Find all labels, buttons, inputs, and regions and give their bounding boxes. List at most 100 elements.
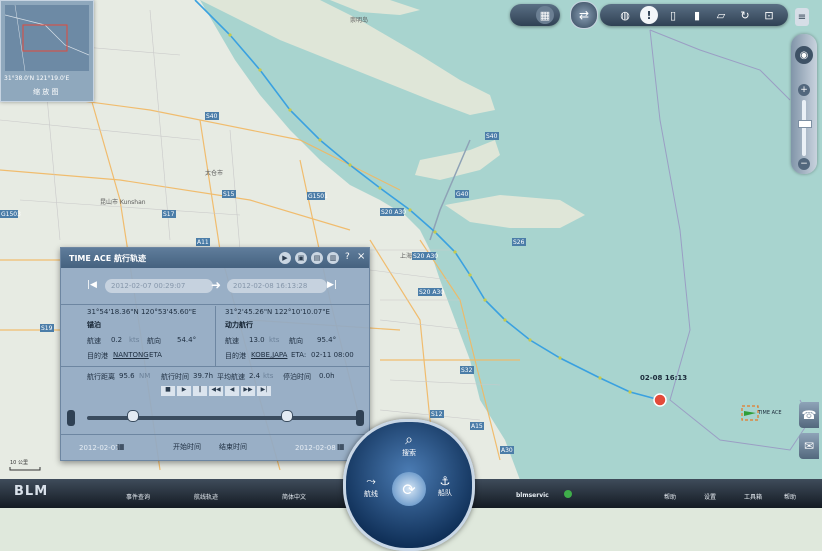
fleet-hub-button[interactable]: ⚓ 船队 (428, 474, 462, 504)
svg-text:S20 A30: S20 A30 (381, 209, 406, 216)
map-layer-icon[interactable]: ▦ (536, 6, 554, 24)
avg-label: 平均航速 (217, 373, 245, 381)
route-time-label: 02-08 16:13 (640, 374, 687, 382)
bottom-route-track[interactable]: 航线轨迹 (194, 492, 218, 501)
svg-text:崇明岛: 崇明岛 (350, 16, 368, 24)
ruler-icon[interactable]: ▮ (688, 6, 706, 24)
svg-text:G1501: G1501 (308, 193, 328, 200)
svg-text:A15: A15 (471, 423, 483, 430)
bottom-help[interactable]: 帮助 (664, 492, 676, 501)
globe-icon[interactable]: ◍ (616, 6, 634, 24)
start-dest[interactable]: NANTONG (113, 351, 149, 359)
svg-text:S12: S12 (431, 411, 443, 418)
list-icon[interactable]: ▯ (664, 6, 682, 24)
chat-icon[interactable]: ✉ (799, 433, 819, 459)
start-time-field[interactable]: 2012-02-07 00:29:07 (105, 279, 213, 293)
user-name: blmservic (516, 492, 549, 499)
bottom-language[interactable]: 简体中文 (282, 492, 306, 501)
vessel-label: TIME ACE (757, 410, 782, 416)
svg-text:S15: S15 (223, 191, 235, 198)
zoom-in-button[interactable]: + (798, 84, 810, 96)
end-speed: 13.0 (249, 336, 265, 344)
phone-icon[interactable]: ☎ (799, 402, 819, 428)
menu-icon[interactable]: ≡ (795, 8, 809, 26)
stop-icon[interactable]: ■ (161, 386, 175, 396)
export-icon[interactable]: ▥ (327, 252, 339, 264)
calendar-icon[interactable]: ▦ (117, 442, 125, 451)
rewind-icon[interactable]: ◀◀ (209, 386, 223, 396)
end-time-field[interactable]: 2012-02-08 16:13:28 (227, 279, 327, 293)
end-speed-unit: kts (269, 336, 280, 344)
bottom-help-2[interactable]: 帮助 (784, 492, 796, 501)
svg-text:太仓市: 太仓市 (205, 169, 223, 177)
hub-search-label: 搜索 (402, 449, 416, 457)
avg-value: 2.4 (249, 372, 261, 380)
start-time-button[interactable]: 开始时间 (173, 442, 201, 452)
refresh-icon[interactable]: ↻ (736, 6, 754, 24)
search-hub-button[interactable]: ⌕ 搜索 (390, 432, 428, 466)
route-hub-button[interactable]: ⤳ 航线 (354, 474, 388, 504)
compass-icon[interactable]: ◉ (795, 46, 813, 64)
play-icon[interactable]: ▶ (279, 252, 291, 264)
bottom-event-query[interactable]: 事件查询 (126, 492, 150, 501)
route-toggle-icon[interactable]: ⇄ (570, 1, 598, 29)
search-icon: ⌕ (405, 432, 413, 448)
bottom-tools[interactable]: 工具箱 (744, 492, 762, 501)
start-course-label: 航向 (147, 337, 161, 345)
svg-text:A30: A30 (501, 447, 513, 454)
end-dest-label: 目的港 (225, 352, 246, 360)
print-icon[interactable]: ▤ (311, 252, 323, 264)
avg-unit: kts (263, 372, 274, 380)
end-course-label: 航向 (289, 337, 303, 345)
timeline-start-knob[interactable] (127, 410, 139, 422)
fleet-icon: ⚓ (439, 474, 451, 488)
close-icon[interactable]: × (357, 251, 365, 262)
arrow-right-icon: ➜ (211, 278, 222, 292)
end-coord: 31°2'45.26"N 122°10'10.07"E (225, 308, 330, 316)
timeline-left-handle[interactable] (67, 410, 75, 426)
zoom-control: ◉ + − (791, 34, 817, 174)
navigation-hub: ⌕ 搜索 ⤳ 航线 ⟳ ⚓ 船队 (343, 419, 475, 551)
minimap-coordinates: 31°38.0'N 121°19.0'E (4, 75, 70, 82)
play-button-icon[interactable]: ▶ (177, 386, 191, 396)
note-icon[interactable]: ▱ (712, 6, 730, 24)
step-back-icon[interactable]: ◀ (225, 386, 239, 396)
pause-icon[interactable]: ‖ (193, 386, 207, 396)
info-icon[interactable]: ! (640, 6, 658, 24)
end-time-button[interactable]: 结束时间 (219, 442, 247, 452)
panel-title: TIME ACE 航行轨迹 (69, 254, 146, 263)
calendar-end-icon[interactable]: ▦ (337, 442, 345, 451)
home-icon[interactable]: ⟳ (392, 472, 426, 506)
start-speed-label: 航速 (87, 337, 101, 345)
start-coord: 31°54'18.36"N 120°53'45.60"E (87, 308, 197, 316)
zoom-slider-track[interactable] (802, 100, 806, 156)
step-forward-icon[interactable]: ▶▶ (241, 386, 255, 396)
brand-logo: BLM (14, 484, 49, 499)
track-panel: TIME ACE 航行轨迹 ▶ ▣ ▤ ▥ ? × |◀ 2012-02-07 … (60, 247, 370, 461)
end-dest[interactable]: KOBE,JAPA (251, 351, 287, 359)
footer-start-date: 2012-02-07 (79, 444, 120, 452)
timeline-right-handle[interactable] (356, 410, 364, 426)
skip-end-icon[interactable]: ▶| (257, 386, 271, 396)
zoom-out-button[interactable]: − (798, 158, 810, 170)
status-icon (564, 490, 572, 498)
start-eta-label: ETA (149, 351, 162, 359)
help-icon[interactable]: ? (345, 252, 350, 262)
hub-fleet-label: 船队 (438, 489, 452, 497)
zoom-slider-handle[interactable] (798, 120, 812, 128)
save-icon[interactable]: ▣ (295, 252, 307, 264)
bottom-settings[interactable]: 设置 (704, 492, 716, 501)
route-icon: ⤳ (366, 474, 376, 488)
settings-icon[interactable]: ⊡ (760, 6, 778, 24)
last-icon[interactable]: ▶| (327, 280, 337, 290)
svg-text:昆山市 Kunshan: 昆山市 Kunshan (100, 198, 146, 206)
timeline-end-knob[interactable] (281, 410, 293, 422)
start-speed-unit: kts (129, 336, 140, 344)
panel-header: TIME ACE 航行轨迹 ▶ ▣ ▤ ▥ ? × (61, 248, 369, 268)
overview-minimap[interactable]: 31°38.0'N 121°19.0'E 缩 放 图 (0, 0, 94, 102)
svg-text:S40: S40 (206, 113, 218, 120)
playback-controls: ■ ▶ ‖ ◀◀ ◀ ▶▶ ▶| (161, 386, 285, 396)
first-icon[interactable]: |◀ (87, 280, 97, 290)
svg-text:上海: 上海 (400, 252, 412, 260)
svg-text:S19: S19 (41, 325, 53, 332)
